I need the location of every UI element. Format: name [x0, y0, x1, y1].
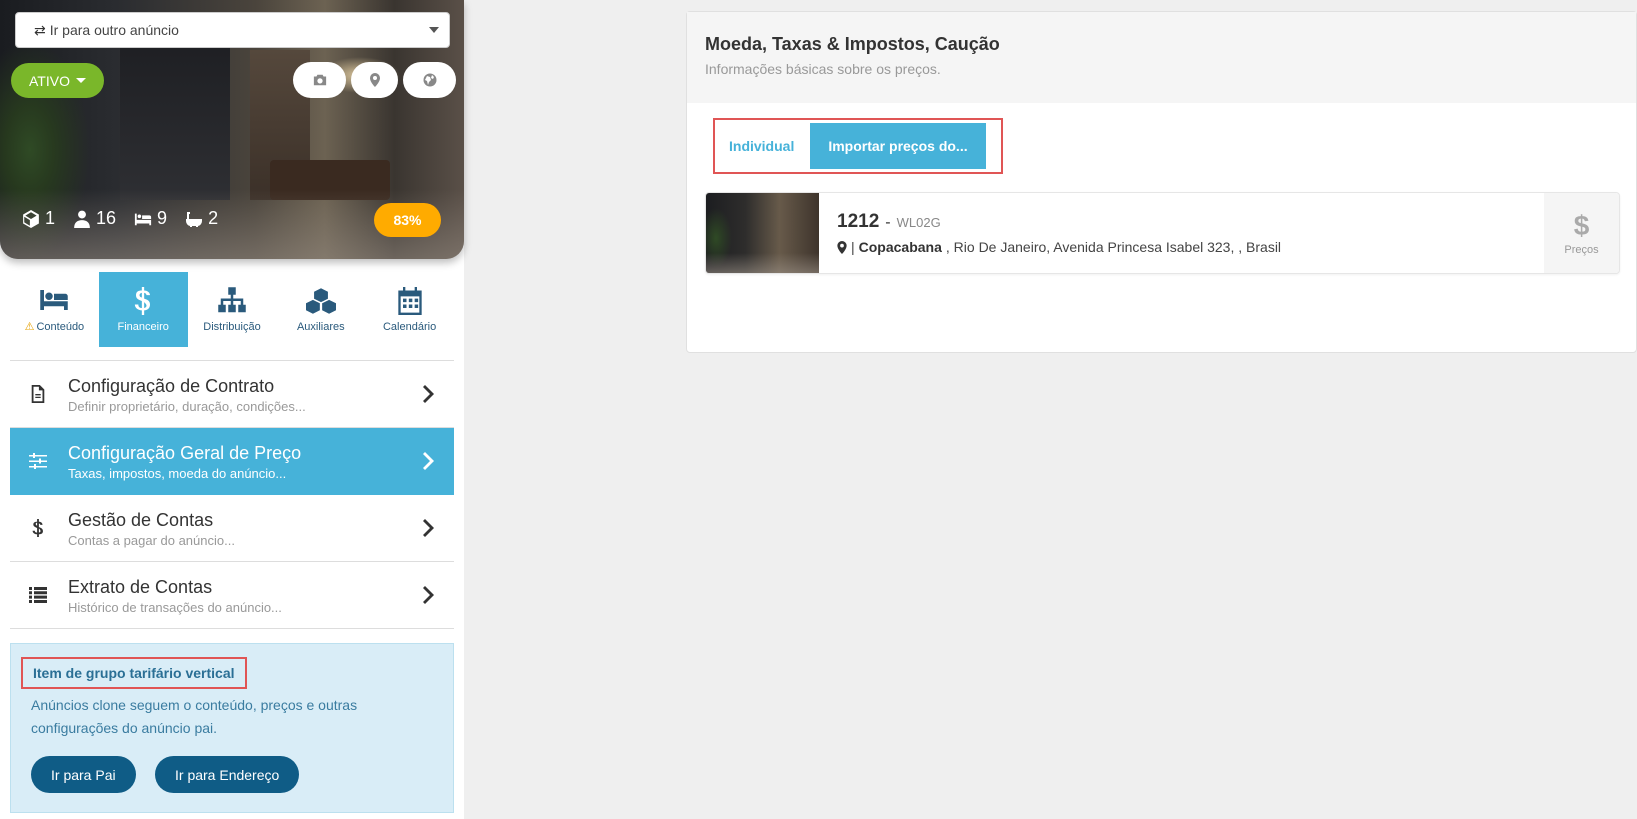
map-marker-icon: [837, 240, 847, 254]
listing-card[interactable]: 1212 - WL02G | Copacabana, Rio De Janeir…: [705, 192, 1620, 274]
menu-item-title: Gestão de Contas: [68, 509, 214, 530]
cubes-icon: [305, 287, 336, 314]
bed-icon: [134, 213, 152, 225]
menu-item-subtitle: Contas a pagar do anúncio...: [68, 532, 235, 548]
menu-item-title: Extrato de Contas: [68, 576, 213, 597]
bath-icon: [186, 211, 203, 227]
calendar-icon: [397, 286, 422, 315]
guests-stat: 16: [73, 208, 116, 229]
info-title-highlight: Item de grupo tarifário vertical: [21, 657, 247, 689]
completion-badge: 83%: [374, 203, 441, 237]
warning-icon: ⚠: [24, 321, 35, 333]
financial-menu: Configuração de Contrato Definir proprie…: [10, 360, 454, 629]
tab-financeiro[interactable]: Financeiro: [98, 272, 188, 347]
prices-button[interactable]: $ Preços: [1544, 193, 1619, 273]
chevron-right-icon: [422, 452, 436, 470]
goto-listing-label: Ir para outro anúncio: [49, 22, 179, 38]
menu-item-title: Configuração de Contrato: [68, 375, 275, 396]
photos-button[interactable]: [293, 62, 346, 98]
listing-stats: 1 16 9 2: [22, 208, 218, 229]
sidebar: ⇄ Ir para outro anúncio ATIVO 1 16 9 2 8…: [0, 0, 464, 819]
menu-item-subtitle: Histórico de transações do anúncio...: [68, 599, 282, 615]
sliders-icon: [28, 451, 48, 471]
list-icon: [28, 585, 48, 605]
sitemap-icon: [218, 286, 246, 312]
tab-calendario[interactable]: Calendário: [365, 272, 454, 347]
tab-auxiliares-label: Auxiliares: [296, 320, 345, 333]
guests-count: 16: [96, 208, 117, 228]
menu-item-title: Configuração Geral de Preço: [68, 442, 302, 463]
rooms-count: 1: [45, 208, 56, 228]
pricing-mode-toggle: Individual Importar preços do...: [713, 118, 1003, 174]
address-neighborhood: Copacabana: [858, 239, 942, 255]
tab-distribuicao[interactable]: Distribuição: [188, 272, 277, 347]
status-label: ATIVO: [29, 72, 70, 89]
tab-auxiliares[interactable]: Auxiliares: [276, 272, 365, 347]
listing-body: 1212 - WL02G | Copacabana, Rio De Janeir…: [819, 193, 1544, 273]
go-to-address-button[interactable]: Ir para Endereço: [155, 756, 300, 793]
menu-item-subtitle: Definir proprietário, duração, condições…: [68, 398, 306, 414]
panel-header: Moeda, Taxas & Impostos, Caução Informaç…: [687, 12, 1636, 103]
map-pin-icon: [369, 73, 380, 87]
baths-stat: 2: [185, 208, 218, 229]
globe-icon: [423, 73, 436, 87]
baths-count: 2: [208, 208, 219, 228]
listing-hero-image: ⇄ Ir para outro anúncio ATIVO 1 16 9 2 8…: [0, 0, 464, 259]
menu-item-contract-config[interactable]: Configuração de Contrato Definir proprie…: [10, 361, 454, 428]
hero-photo-wall: [120, 40, 230, 200]
vertical-group-info-box: Item de grupo tarifário vertical Anúncio…: [10, 643, 454, 813]
go-to-parent-button[interactable]: Ir para Pai: [31, 756, 136, 793]
listing-address: | Copacabana, Rio De Janeiro, Avenida Pr…: [837, 239, 1526, 255]
swap-icon: ⇄: [34, 21, 46, 38]
chevron-down-icon: [429, 27, 439, 33]
menu-item-subtitle: Taxas, impostos, moeda do anúncio...: [68, 465, 287, 481]
goto-listing-select[interactable]: ⇄ Ir para outro anúncio: [15, 12, 450, 48]
location-button[interactable]: [351, 62, 398, 98]
camera-icon: [313, 74, 326, 86]
status-dropdown-button[interactable]: ATIVO: [11, 63, 104, 98]
website-button[interactable]: [403, 62, 456, 98]
listing-tabs: ⚠ Conteúdo Financeiro Distribuição Auxili…: [10, 272, 454, 347]
pricing-panel: Moeda, Taxas & Impostos, Caução Informaç…: [686, 11, 1637, 353]
listing-dash: -: [885, 214, 891, 231]
user-icon: [74, 210, 90, 228]
menu-item-accounts[interactable]: Gestão de Contas Contas a pagar do anúnc…: [10, 495, 454, 562]
chevron-right-icon: [422, 519, 436, 537]
dollar-icon: $: [1573, 210, 1590, 241]
chevron-right-icon: [422, 385, 436, 403]
info-text: Anúncios clone seguem o conteúdo, preços…: [31, 697, 358, 736]
chevron-right-icon: [422, 586, 436, 604]
address-separator: |: [851, 239, 855, 255]
import-prices-button[interactable]: Importar preços do...: [810, 123, 986, 169]
panel-title: Moeda, Taxas & Impostos, Caução: [705, 34, 1000, 54]
tab-financeiro-label: Financeiro: [117, 320, 169, 333]
listing-code: WL02G: [896, 215, 941, 230]
dollar-icon: [135, 286, 151, 315]
file-icon: [28, 384, 48, 404]
individual-toggle-button[interactable]: Individual: [719, 123, 811, 169]
beds-count: 9: [157, 208, 168, 228]
bed-icon: [40, 290, 69, 310]
beds-stat: 9: [134, 208, 167, 229]
tab-conteudo[interactable]: ⚠ Conteúdo: [10, 272, 99, 347]
menu-item-statement[interactable]: Extrato de Contas Histórico de transaçõe…: [10, 562, 454, 629]
listing-thumbnail: [706, 193, 819, 273]
menu-item-price-config[interactable]: Configuração Geral de Preço Taxas, impos…: [10, 428, 454, 495]
prices-label: Preços: [1564, 244, 1599, 256]
panel-subtitle: Informações básicas sobre os preços.: [705, 61, 941, 77]
caret-down-icon: [75, 78, 86, 83]
dollar-icon: [28, 518, 48, 538]
tab-calendario-label: Calendário: [382, 320, 437, 333]
rooms-stat: 1: [22, 208, 55, 229]
listing-number: 1212: [837, 211, 880, 232]
address-rest: , Rio De Janeiro, Avenida Princesa Isabe…: [945, 239, 1282, 255]
cube-icon: [23, 209, 39, 228]
tab-distribuicao-label: Distribuição: [203, 320, 261, 333]
tab-conteudo-label: ⚠ Conteúdo: [24, 321, 85, 333]
info-title: Item de grupo tarifário vertical: [33, 665, 235, 681]
